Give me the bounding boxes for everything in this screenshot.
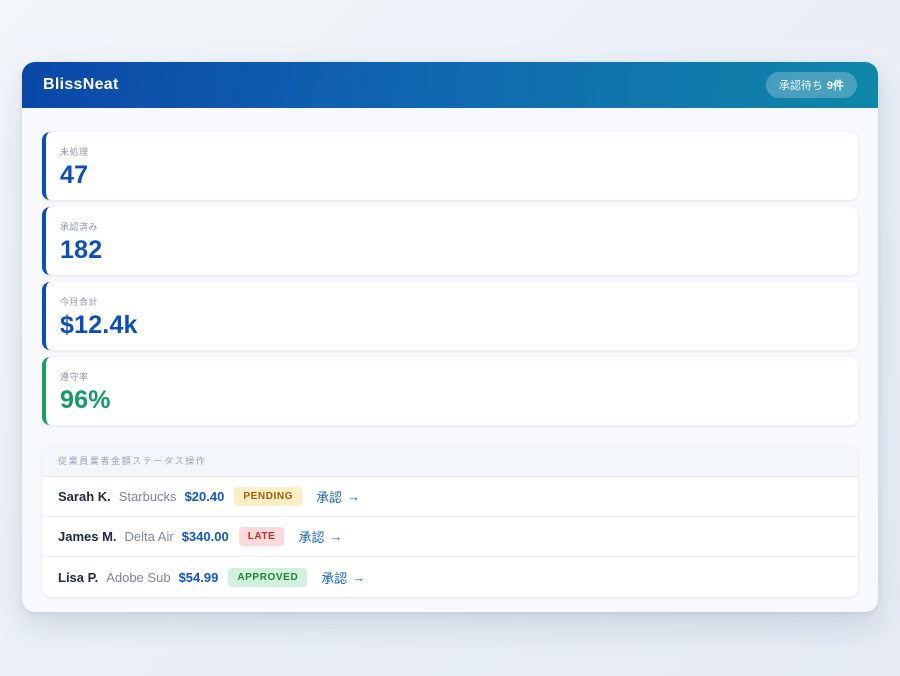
stat-label: 未処理 [60,145,842,158]
amount-value: $340.00 [182,529,229,544]
employee-name: Lisa P. [58,570,98,585]
stat-value: 182 [60,236,842,265]
pending-count-badge: 承認待ち 9件 [766,72,857,98]
app-title: BlissNeat [43,76,119,94]
pending-badge-label: 承認待ち [779,77,823,93]
panel-body: 未処理 47 承認済み 182 今月合計 $12.4k 遵守率 96% 従業員業… [22,108,878,597]
table-header: 従業員業者金額ステータス操作 [42,445,858,477]
vendor-name: Starbucks [119,489,177,504]
table-row: James M. Delta Air $340.00 LATE 承認 → [42,517,858,557]
status-badge: PENDING [234,487,302,506]
stat-card-unprocessed: 未処理 47 [42,132,858,200]
approve-label: 承認 [316,487,342,506]
stat-label: 承認済み [60,220,842,233]
table-row: Lisa P. Adobe Sub $54.99 APPROVED 承認 → [42,557,858,597]
approve-button[interactable]: 承認 → [321,568,365,587]
app-header: BlissNeat 承認待ち 9件 [22,62,878,108]
arrow-right-icon: → [347,489,360,504]
dashboard-panel: BlissNeat 承認待ち 9件 未処理 47 承認済み 182 今月合計 $… [22,62,878,612]
approve-button[interactable]: 承認 → [316,487,360,506]
table-row: Sarah K. Starbucks $20.40 PENDING 承認 → [42,477,858,517]
approve-button[interactable]: 承認 → [298,527,342,546]
amount-value: $54.99 [179,570,219,585]
arrow-right-icon: → [352,570,365,585]
employee-name: James M. [58,529,117,544]
stat-value: 96% [60,386,842,415]
approvals-table: 従業員業者金額ステータス操作 Sarah K. Starbucks $20.40… [42,445,858,597]
stat-label: 今月合計 [60,295,842,308]
arrow-right-icon: → [329,529,342,544]
vendor-name: Delta Air [125,529,174,544]
status-badge: LATE [239,527,285,546]
approve-label: 承認 [321,568,347,587]
stat-label: 遵守率 [60,370,842,383]
stat-value: $12.4k [60,311,842,340]
stat-card-compliance-rate: 遵守率 96% [42,357,858,425]
status-badge: APPROVED [228,568,307,587]
stat-card-approved: 承認済み 182 [42,207,858,275]
employee-name: Sarah K. [58,489,111,504]
approve-label: 承認 [298,527,324,546]
amount-value: $20.40 [185,489,225,504]
stat-card-month-total: 今月合計 $12.4k [42,282,858,350]
stat-value: 47 [60,161,842,190]
pending-badge-count: 9件 [827,77,844,93]
vendor-name: Adobe Sub [106,570,170,585]
